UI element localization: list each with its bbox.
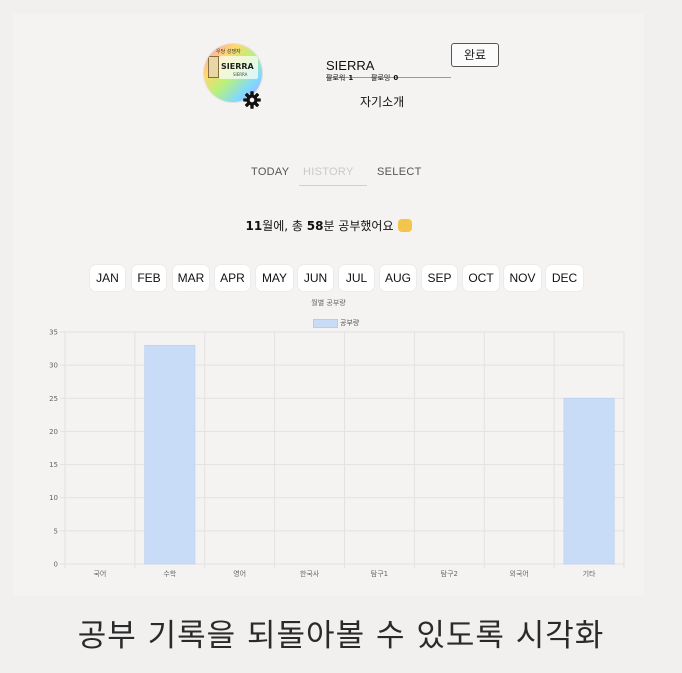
y-tick-label: 25 [49, 395, 58, 403]
y-tick-label: 0 [54, 561, 58, 569]
x-tick-label: 한국사 [300, 569, 320, 578]
caption: 공부 기록을 되돌아볼 수 있도록 시각화 [77, 618, 605, 654]
bar-1 [144, 344, 196, 565]
study-chart: 0 5 10 15 20 25 30 35 국어 수학 영어 한국사 탐구1 탐구2 외국어 기타 [49, 329, 625, 578]
x-tick-label: 기타 [583, 569, 596, 578]
x-tick-label: 영어 [233, 569, 246, 578]
y-tick-label: 15 [49, 461, 58, 469]
profile-panel: 우당 성쟁자 SIERRA SIERRA SIERRA 완료 팔로워 1 팔로잉 0… [13, 14, 644, 596]
y-tick-label: 30 [49, 362, 58, 370]
y-tick-label: 35 [49, 329, 58, 337]
x-tick-label: 외국어 [510, 569, 529, 578]
x-tick-label: 탐구2 [441, 570, 458, 578]
y-tick-label: 5 [54, 527, 58, 535]
bar-7 [563, 397, 615, 565]
y-tick-label: 10 [49, 494, 58, 502]
x-tick-label: 수학 [163, 569, 176, 578]
x-tick-label: 국어 [93, 569, 106, 578]
x-tick-label: 탐구1 [371, 570, 388, 578]
y-tick-label: 20 [49, 428, 58, 436]
